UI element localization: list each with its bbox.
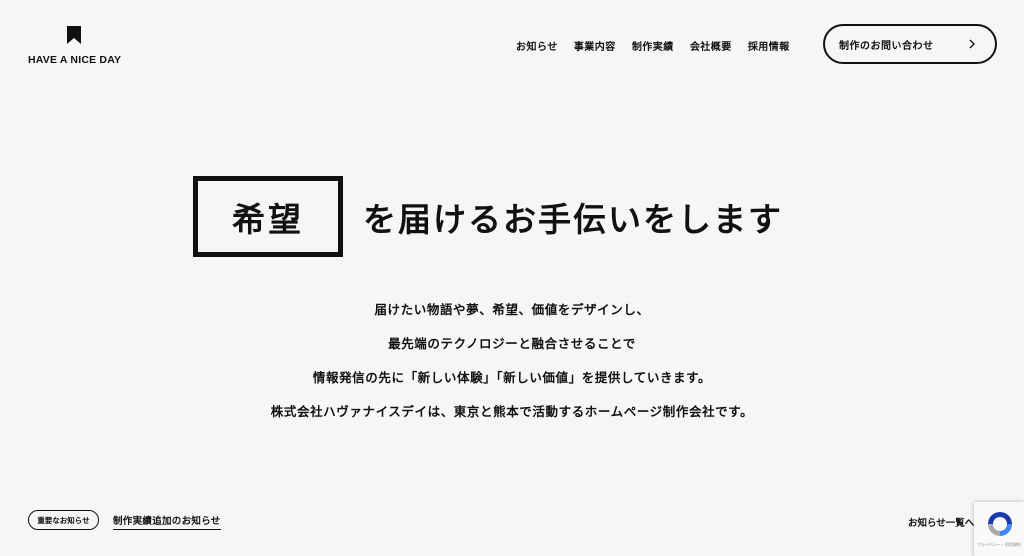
description-line: 最先端のテクノロジーと融合させることで bbox=[388, 336, 636, 351]
description-line: 株式会社ハヴァナイスデイは、東京と熊本で活動するホームページ制作会社です。 bbox=[270, 404, 754, 419]
hero-description: 届けたい物語や夢、希望、価値をデザインし、 最先端のテクノロジーと融合させること… bbox=[0, 296, 1024, 432]
logo[interactable]: HAVE A NICE DAY bbox=[28, 26, 122, 66]
description-line: 情報発信の先に「新しい体験」「新しい価値」を提供していきます。 bbox=[312, 370, 712, 385]
nav-item-news[interactable]: お知らせ bbox=[516, 38, 558, 53]
contact-button-label: 制作のお問い合わせ bbox=[839, 40, 934, 52]
news-list-link[interactable]: お知らせ一覧へ bbox=[908, 515, 974, 529]
hero-boxed-word: 希望 bbox=[193, 176, 343, 257]
nav-item-business[interactable]: 事業内容 bbox=[574, 38, 616, 53]
description-line: 届けたい物語や夢、希望、価値をデザインし、 bbox=[374, 302, 650, 317]
nav-item-company[interactable]: 会社概要 bbox=[690, 38, 732, 53]
hero-text: を届けるお手伝いをします bbox=[363, 199, 783, 239]
news-headline-link[interactable]: 制作実績追加のお知らせ bbox=[113, 513, 221, 530]
hero-heading: 希望 を届けるお手伝いをします bbox=[193, 176, 783, 257]
main-nav: お知らせ 事業内容 制作実績 会社概要 採用情報 bbox=[516, 38, 806, 53]
nav-item-works[interactable]: 制作実績 bbox=[632, 38, 674, 53]
logo-text: HAVE A NICE DAY bbox=[28, 54, 122, 66]
chevron-right-icon bbox=[969, 39, 975, 49]
contact-button[interactable]: 制作のお問い合わせ bbox=[823, 24, 997, 64]
important-news-badge: 重要なお知らせ bbox=[28, 510, 99, 530]
nav-item-recruit[interactable]: 採用情報 bbox=[748, 38, 790, 53]
recaptcha-icon bbox=[988, 512, 1012, 536]
bookmark-icon bbox=[67, 26, 81, 44]
recaptcha-text: プライバシー・利用規約 bbox=[977, 542, 1021, 547]
recaptcha-badge[interactable]: プライバシー・利用規約 bbox=[974, 502, 1024, 556]
